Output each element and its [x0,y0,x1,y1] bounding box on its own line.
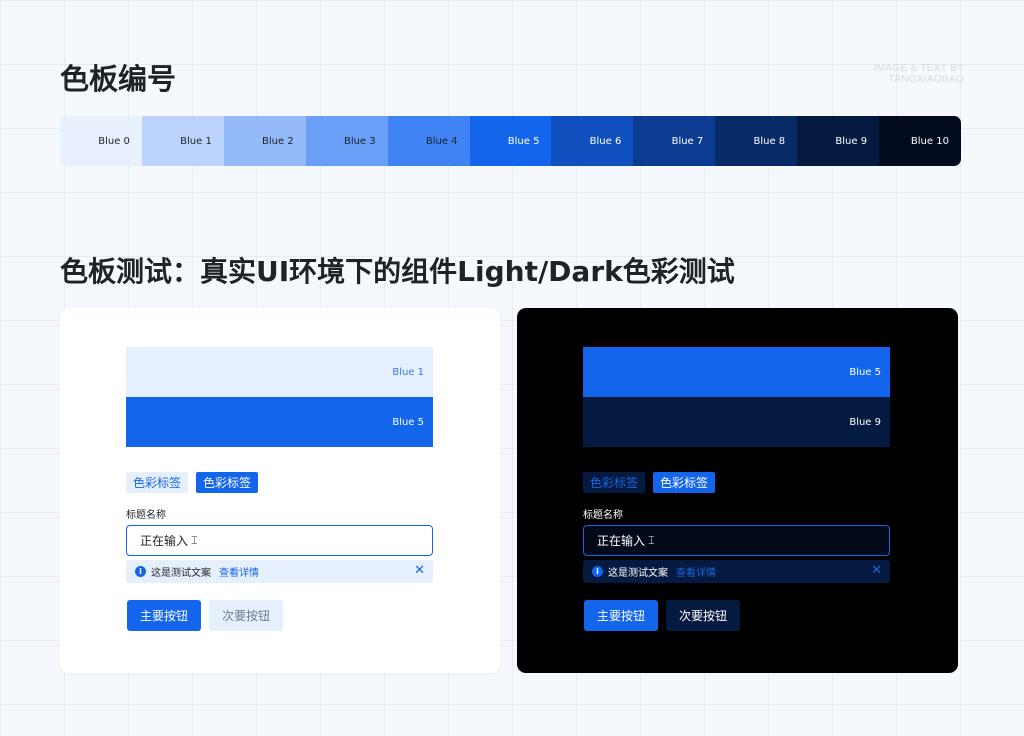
primary-button[interactable]: 主要按钮 [127,600,201,631]
section-title: 色板测试：真实UI环境下的组件Light/Dark色彩测试 [60,255,735,288]
info-alert: i 这是测试文案 查看详情 ✕ [126,560,433,583]
title-input[interactable]: 正在输入 ⌶ [583,525,890,556]
info-alert: i 这是测试文案 查看详情 ✕ [583,560,890,583]
swatch-band-blue9: Blue 9 [583,397,890,447]
swatch-band-blue5: Blue 5 [126,397,433,447]
primary-button[interactable]: 主要按钮 [584,600,658,631]
info-icon: i [135,566,146,577]
palette-swatch: Blue 8 [715,116,798,166]
palette-swatch: Blue 9 [797,116,880,166]
palette-swatch: Blue 5 [469,116,552,166]
alert-link[interactable]: 查看详情 [219,564,259,579]
credit: IMAGE & TEXT BY TANGXIAOBAO [873,63,964,85]
field-label: 标题名称 [583,510,623,521]
palette-swatch: Blue 3 [305,116,388,166]
palette-swatch: Blue 4 [387,116,470,166]
close-icon[interactable]: ✕ [871,563,882,579]
info-icon: i [592,566,603,577]
palette-title: 色板编号 [60,62,177,96]
input-value: 正在输入 [140,534,189,548]
palette-swatch: Blue 2 [223,116,306,166]
color-tag-solid[interactable]: 色彩标签 [653,472,716,493]
swatch-band-blue5: Blue 5 [583,347,890,397]
color-palette-strip: Blue 0 Blue 1 Blue 2 Blue 3 Blue 4 Blue 5 Blue… [60,116,961,166]
text-cursor-icon: ⌶ [648,533,655,547]
color-tag-solid[interactable]: 色彩标签 [196,472,259,493]
palette-swatch: Blue 10 [879,116,961,166]
field-label: 标题名称 [126,510,166,521]
light-mode-card: Blue 1 Blue 5 色彩标签 色彩标签 标题名称 正在输入 ⌶ i 这是… [60,308,500,673]
alert-link[interactable]: 查看详情 [676,564,716,579]
color-tag-light[interactable]: 色彩标签 [583,472,646,493]
color-tag-light[interactable]: 色彩标签 [126,472,189,493]
swatch-band-blue1: Blue 1 [126,347,433,397]
palette-swatch: Blue 0 [60,116,142,166]
text-cursor-icon: ⌶ [191,533,198,547]
secondary-button[interactable]: 次要按钮 [666,600,740,631]
alert-text: 这是测试文案 [151,568,211,579]
input-value: 正在输入 [597,534,646,548]
dark-mode-card: Blue 5 Blue 9 色彩标签 色彩标签 标题名称 正在输入 ⌶ i 这是… [517,308,958,673]
close-icon[interactable]: ✕ [414,563,425,579]
alert-text: 这是测试文案 [608,568,668,579]
palette-swatch: Blue 7 [633,116,716,166]
palette-swatch: Blue 1 [141,116,224,166]
title-input[interactable]: 正在输入 ⌶ [126,525,433,556]
secondary-button[interactable]: 次要按钮 [209,600,283,631]
palette-swatch: Blue 6 [551,116,634,166]
